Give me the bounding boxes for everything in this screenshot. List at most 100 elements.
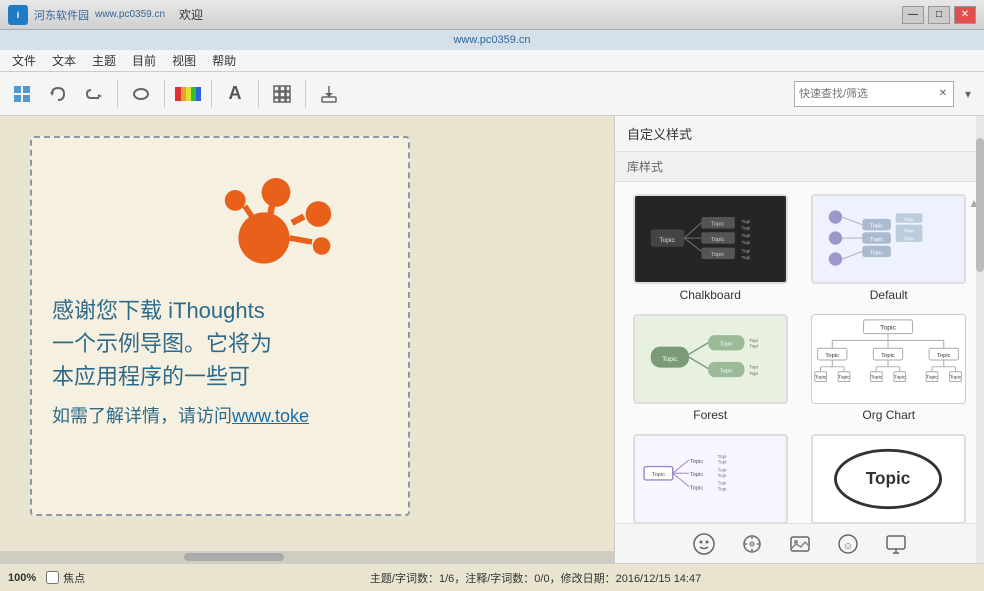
title-bar-title: 欢迎 [179,6,203,23]
watermark-text: www.pc0359.cn [453,34,530,46]
svg-text:Topic: Topic [826,353,840,359]
panel-scrollbar-thumb[interactable] [976,138,984,272]
search-options-button[interactable]: ▾ [958,81,978,107]
search-box[interactable]: ✕ [794,81,954,107]
svg-text:Topic: Topic [870,250,883,256]
theme-item-forest[interactable]: Topic Topic Topi Topi Topic Topi [627,314,794,422]
main-area: 感谢您下载 iThoughts 一个示例导图。它将为 本应用程序的一些可 如需了… [0,116,984,563]
svg-text:Topi: Topi [741,240,750,246]
title-bar-left: i 河东软件园 www.pc0359.cn 欢迎 [8,5,203,25]
panel-title: 自定义样式 [627,127,692,142]
svg-text:Topi: Topi [717,473,726,479]
menu-text[interactable]: 文本 [44,50,84,71]
svg-text:Topic: Topic [651,472,664,478]
focus-toggle[interactable]: 焦点 [46,570,85,586]
svg-text:Topi: Topi [741,255,750,261]
theme-grid: Topic Topic Topi Topi Topic [627,194,972,523]
panel-scroll-area[interactable]: Topic Topic Topi Topi Topic [615,182,984,523]
svg-text:Topic: Topic [690,472,703,478]
svg-text:Topic: Topic [866,468,911,488]
svg-text:Topic: Topic [711,222,724,228]
watermark-bar: www.pc0359.cn [0,30,984,50]
canvas-link-line: 如需了解详情，请访问www.toke [52,403,309,430]
svg-text:Topi: Topi [741,219,750,225]
menu-theme[interactable]: 主题 [84,50,124,71]
svg-text:Topi: Topi [741,248,750,254]
panel-header: 自定义样式 [615,116,984,152]
grid-button[interactable] [266,78,298,110]
title-bar: i 河东软件园 www.pc0359.cn 欢迎 — □ ✕ [0,0,984,30]
svg-text:Topi: Topi [717,467,726,473]
monitor-button[interactable] [880,528,912,560]
svg-text:Topic: Topic [880,325,897,332]
panel-scrollbar[interactable] [976,116,984,563]
svg-text:Topic: Topic [690,459,703,465]
undo-button[interactable] [42,78,74,110]
focus-label: 焦点 [63,570,85,586]
svg-text:Topic: Topic [870,237,883,243]
export-button[interactable] [313,78,345,110]
home-icon-button[interactable] [6,78,38,110]
title-bar-watermark: 河东软件园 [34,7,89,23]
theme-label-default: Default [870,288,908,302]
svg-text:Topi: Topi [741,233,750,239]
theme-item-default[interactable]: Topic Topic Topic Topic Topic Topic [806,194,973,302]
canvas-area[interactable]: 感谢您下载 iThoughts 一个示例导图。它将为 本应用程序的一些可 如需了… [0,116,614,563]
theme-preview-topic-left[interactable]: Topic Topic Topi Topi Topic Topi Topi [633,434,788,523]
svg-text:Topi: Topi [717,460,726,466]
face-button[interactable] [688,528,720,560]
canvas-line2: 一个示例导图。它将为 [52,327,309,360]
font-button[interactable]: A [219,78,251,110]
theme-preview-default[interactable]: Topic Topic Topic Topic Topic Topic [811,194,966,284]
menu-help[interactable]: 帮助 [204,50,244,71]
theme-label-orgchart: Org Chart [862,408,915,422]
theme-label-forest: Forest [693,408,727,422]
canvas-line1: 感谢您下载 iThoughts [52,294,309,327]
menu-file[interactable]: 文件 [4,50,44,71]
menu-view[interactable]: 视图 [164,50,204,71]
panel-bottom-toolbar: ☺ [615,523,984,563]
theme-preview-topic-right[interactable]: Topic [811,434,966,523]
colors-button[interactable] [172,78,204,110]
svg-text:Topic: Topic [871,375,883,381]
theme-item-topic-right[interactable]: Topic Topic [806,434,973,523]
focus-checkbox[interactable] [46,571,59,584]
scrollbar-thumb[interactable] [184,553,284,561]
svg-text:Topic: Topic [719,368,732,374]
emoji-button[interactable]: ☺ [832,528,864,560]
svg-text:Topi: Topi [749,344,758,350]
svg-text:Topic: Topic [904,236,916,242]
svg-text:Topi: Topi [717,454,726,460]
menu-current[interactable]: 目前 [124,50,164,71]
svg-text:Topic: Topic [659,237,675,244]
magic-button[interactable] [736,528,768,560]
theme-item-topic-left[interactable]: Topic Topic Topi Topi Topic Topi Topi [627,434,794,523]
svg-text:Topic: Topic [927,375,939,381]
canvas-link[interactable]: www.toke [232,406,309,426]
panel-section-title: 库样式 [615,152,984,182]
svg-text:Topic: Topic [870,224,883,230]
theme-preview-forest[interactable]: Topic Topic Topi Topi Topic Topi [633,314,788,404]
zoom-level: 100% [8,572,36,584]
svg-text:Topi: Topi [749,365,758,371]
search-clear-button[interactable]: ✕ [935,86,951,102]
toolbar: A ✕ ▾ [0,72,984,116]
theme-item-orgchart[interactable]: Topic Topic [806,314,973,422]
minimize-button[interactable]: — [902,6,924,24]
redo-button[interactable] [78,78,110,110]
svg-text:Topic: Topic [662,356,678,363]
title-bar-url: www.pc0359.cn [95,9,165,20]
close-button[interactable]: ✕ [954,6,976,24]
shape-button[interactable] [125,78,157,110]
svg-text:Topic: Topic [894,375,906,381]
status-info: 主题/字词数：1/6，注释/字词数：0/0，修改日期：2016/12/15 14… [95,570,976,586]
canvas-scrollbar-horizontal[interactable] [0,551,614,563]
image-button[interactable] [784,528,816,560]
search-input[interactable] [795,88,935,100]
maximize-button[interactable]: □ [928,6,950,24]
theme-preview-chalkboard[interactable]: Topic Topic Topi Topi Topic [633,194,788,284]
theme-item-chalkboard[interactable]: Topic Topic Topi Topi Topic [627,194,794,302]
canvas-line3: 本应用程序的一些可 [52,360,309,393]
svg-text:Topic: Topic [937,353,951,359]
theme-preview-orgchart[interactable]: Topic Topic [811,314,966,404]
